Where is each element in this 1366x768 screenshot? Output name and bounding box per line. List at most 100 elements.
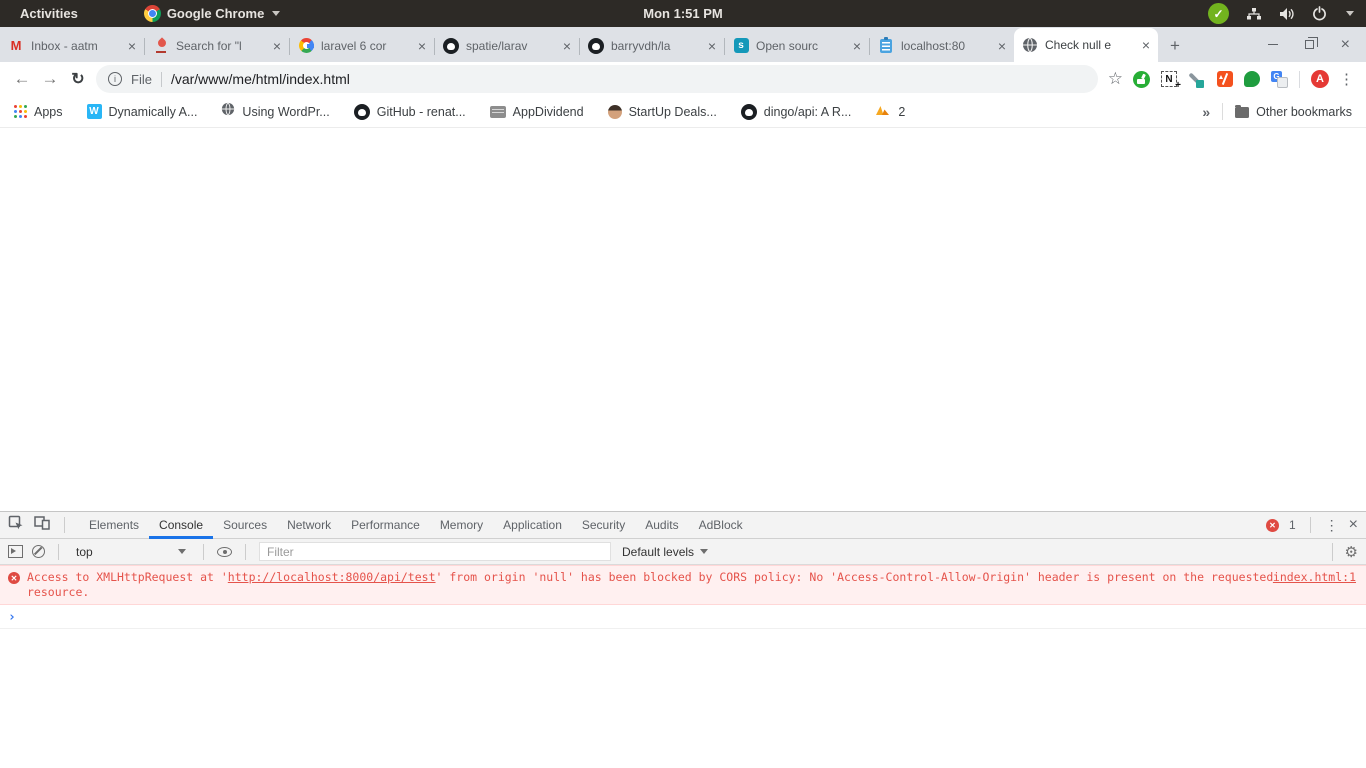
devtools-close-icon[interactable]: × — [1349, 516, 1358, 534]
close-window-button[interactable]: × — [1341, 37, 1350, 53]
tab-performance[interactable]: Performance — [341, 512, 430, 539]
bookmark-appdividend[interactable]: AppDividend — [490, 105, 584, 119]
clipboard-icon — [880, 39, 892, 53]
browser-tab-active[interactable]: Check null e × — [1014, 28, 1158, 62]
browser-tab-search[interactable]: Search for "l × — [145, 29, 289, 62]
clock[interactable]: Mon 1:51 PM — [643, 6, 722, 21]
volume-icon[interactable] — [1279, 7, 1295, 21]
devtools-menu-icon[interactable]: ⋮ — [1325, 517, 1339, 534]
browser-tab-opensource[interactable]: s Open sourc × — [725, 29, 869, 62]
console-prompt[interactable]: › — [0, 605, 1366, 629]
browser-toolbar: ← → ↻ i File /var/www/me/html/index.html… — [0, 62, 1366, 96]
gear-icon[interactable]: ⚙ — [1332, 543, 1358, 561]
adblock-extension-icon[interactable]: A — [1311, 70, 1329, 88]
log-levels-dropdown[interactable]: Default levels — [622, 545, 708, 559]
log-levels-label: Default levels — [622, 545, 694, 559]
minimize-button[interactable] — [1268, 44, 1278, 46]
tab-memory[interactable]: Memory — [430, 512, 493, 539]
browser-tab-localhost[interactable]: localhost:80 × — [870, 29, 1014, 62]
error-source-link[interactable]: index.html:1 — [1273, 570, 1356, 585]
request-url-link[interactable]: http://localhost:8000/api/test — [228, 570, 436, 584]
tab-separator — [869, 38, 870, 55]
browser-tab-barryvdh[interactable]: barryvdh/la × — [580, 29, 724, 62]
tab-close-icon[interactable]: × — [128, 39, 136, 53]
github-icon — [443, 38, 459, 54]
context-label: top — [76, 545, 93, 559]
bookmark-dingo-api[interactable]: dingo/api: A R... — [741, 104, 852, 120]
device-toolbar-icon[interactable] — [34, 515, 50, 535]
console-filter-input[interactable] — [259, 542, 611, 561]
clear-console-icon[interactable] — [32, 545, 45, 558]
tab-close-icon[interactable]: × — [273, 39, 281, 53]
tab-sources[interactable]: Sources — [213, 512, 277, 539]
bookmark-apps[interactable]: Apps — [14, 105, 63, 119]
info-icon[interactable]: i — [108, 72, 122, 86]
execution-context-selector[interactable]: top — [72, 545, 190, 559]
chevron-down-icon[interactable] — [1346, 11, 1354, 16]
activities-button[interactable]: Activities — [16, 6, 82, 21]
orange-extension-icon[interactable] — [1217, 71, 1233, 87]
tab-audits[interactable]: Audits — [635, 512, 688, 539]
bookmark-phpmyadmin[interactable]: 2 — [875, 103, 905, 121]
tab-close-icon[interactable]: × — [418, 39, 426, 53]
thumbs-up-extension-icon[interactable] — [1133, 71, 1150, 88]
error-count-icon[interactable]: ✕ — [1266, 519, 1279, 532]
console-messages: ✕ Access to XMLHttpRequest at 'http://lo… — [0, 565, 1366, 768]
app-menu-button[interactable]: Google Chrome — [144, 5, 281, 22]
bookmarks-overflow-button[interactable]: » — [1202, 104, 1210, 120]
error-icon: ✕ — [8, 572, 20, 584]
bookmark-label: Apps — [34, 105, 63, 119]
new-tab-button[interactable]: + — [1162, 33, 1188, 59]
tab-close-icon[interactable]: × — [998, 39, 1006, 53]
tab-close-icon[interactable]: × — [853, 39, 861, 53]
divider — [1310, 517, 1311, 533]
tab-close-icon[interactable]: × — [708, 39, 716, 53]
note-clipper-extension-icon[interactable]: N — [1161, 71, 1177, 87]
restore-button[interactable] — [1305, 40, 1314, 49]
forward-button[interactable]: → — [36, 69, 64, 89]
bookmark-star-icon[interactable]: ☆ — [1108, 69, 1123, 89]
console-toolbar: top Default levels ⚙ — [0, 539, 1366, 565]
network-icon[interactable] — [1246, 7, 1262, 21]
browser-tab-laravel[interactable]: laravel 6 cor × — [290, 29, 434, 62]
chevron-down-icon — [700, 549, 708, 554]
other-bookmarks-button[interactable]: Other bookmarks — [1235, 105, 1352, 119]
power-icon[interactable] — [1312, 6, 1327, 21]
tab-application[interactable]: Application — [493, 512, 572, 539]
live-expression-icon[interactable] — [217, 547, 232, 557]
tab-adblock[interactable]: AdBlock — [689, 512, 753, 539]
chrome-menu-icon[interactable]: ⋮ — [1339, 70, 1354, 88]
bookmark-github-renat[interactable]: GitHub - renat... — [354, 104, 466, 120]
tab-elements[interactable]: Elements — [79, 512, 149, 539]
tab-security[interactable]: Security — [572, 512, 635, 539]
green-extension-icon[interactable] — [1244, 71, 1260, 87]
tab-console[interactable]: Console — [149, 512, 213, 539]
reload-button[interactable]: ↻ — [64, 69, 92, 89]
tab-title: Check null e — [1045, 38, 1135, 52]
chevron-down-icon — [272, 11, 280, 16]
bookmark-dynamically[interactable]: W Dynamically A... — [87, 104, 198, 119]
address-bar[interactable]: i File /var/www/me/html/index.html — [96, 65, 1098, 93]
inspect-element-icon[interactable] — [8, 515, 24, 536]
colorpicker-extension-icon[interactable] — [1188, 70, 1206, 88]
console-sidebar-icon[interactable] — [8, 545, 23, 558]
bookmark-wordpress[interactable]: Using WordPr... — [221, 102, 329, 121]
avatar-icon — [608, 105, 622, 119]
status-check-icon[interactable]: ✓ — [1208, 3, 1229, 24]
tab-close-icon[interactable]: × — [1142, 38, 1150, 52]
url-text[interactable]: /var/www/me/html/index.html — [171, 71, 350, 87]
browser-tab-spatie[interactable]: spatie/larav × — [435, 29, 579, 62]
apps-grid-icon — [14, 105, 27, 118]
divider — [161, 72, 162, 87]
tab-network[interactable]: Network — [277, 512, 341, 539]
w-icon: W — [87, 104, 102, 119]
translate-extension-icon[interactable] — [1271, 71, 1288, 88]
divider — [203, 544, 204, 560]
url-scheme-label: File — [131, 72, 152, 87]
back-button[interactable]: ← — [8, 69, 36, 89]
tab-close-icon[interactable]: × — [563, 39, 571, 53]
divider — [245, 544, 246, 560]
browser-tab-inbox[interactable]: M Inbox - aatm × — [0, 29, 144, 62]
desktop: Activities Google Chrome Mon 1:51 PM ✓ M… — [0, 0, 1366, 768]
bookmark-startup-deals[interactable]: StartUp Deals... — [608, 105, 717, 119]
